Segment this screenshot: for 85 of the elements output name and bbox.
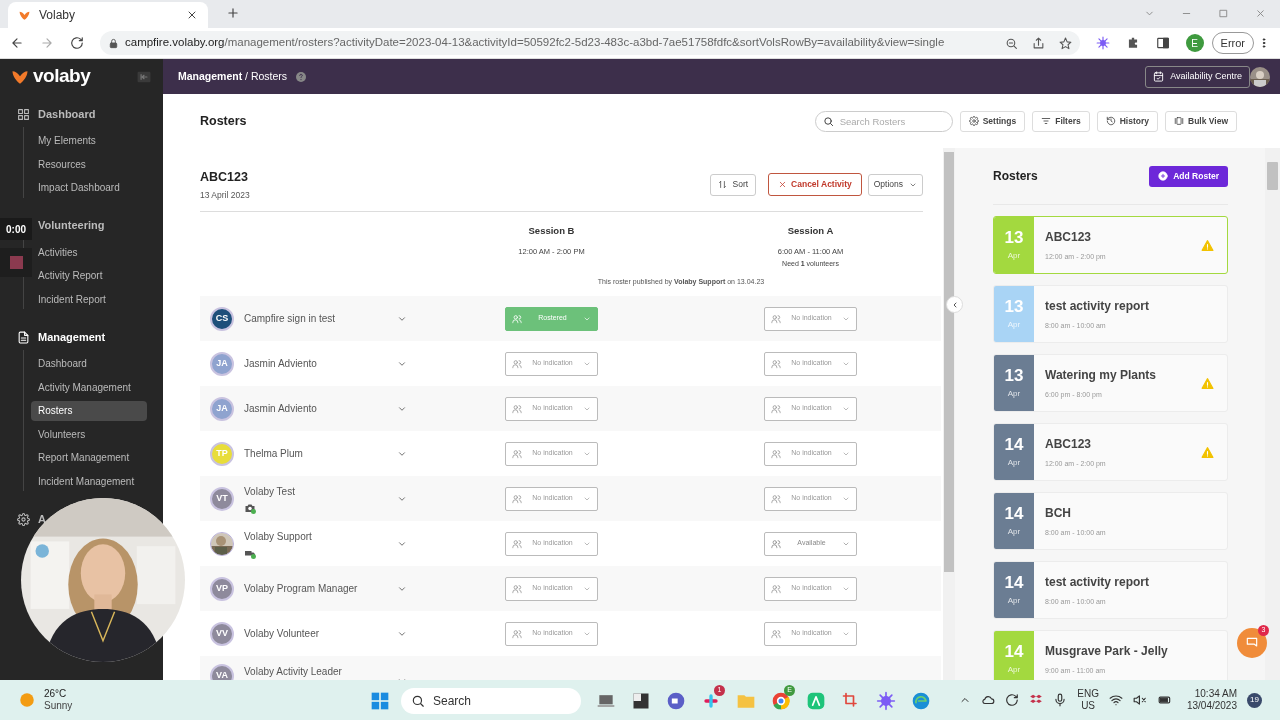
date-month: Apr	[1007, 318, 1021, 331]
avatar: VV	[210, 621, 234, 646]
cancel-activity-button[interactable]: Cancel Activity	[768, 173, 862, 197]
date-day: 14	[1004, 504, 1024, 522]
volunteer-name[interactable]: Volaby Activity Leader	[244, 664, 342, 679]
roster-name: ABC123	[1045, 228, 1093, 246]
roster-name: Watering my Plants	[1045, 366, 1157, 384]
clock-date[interactable]: 13/04/2023	[1186, 700, 1237, 713]
date-day: 14	[1004, 642, 1024, 660]
section-heading[interactable]: Management	[38, 328, 106, 346]
volunteer-name[interactable]: Jasmin Adviento	[244, 356, 317, 371]
volunteer-name[interactable]: Campfire sign in test	[244, 311, 336, 326]
add-roster-button[interactable]: Add Roster	[1149, 165, 1228, 187]
volunteer-name[interactable]: Volaby Test	[244, 483, 295, 499]
avatar: JA	[210, 396, 234, 421]
availability-button[interactable]: Availability Centre	[1145, 65, 1250, 88]
taskbar-search[interactable]: Search	[401, 688, 581, 714]
section-heading[interactable]: Volunteering	[38, 217, 105, 234]
profile-avatar[interactable]: E	[1185, 34, 1204, 52]
sidebar-item[interactable]: Dashboard	[31, 353, 147, 374]
roster-name: BCH	[1045, 504, 1072, 522]
panel-title: Rosters	[993, 168, 1038, 185]
sidebar-item[interactable]: Rosters	[31, 400, 147, 421]
sidebar-item[interactable]: Activity Report	[31, 265, 147, 286]
sidebar-item[interactable]: Impact Dashboard	[31, 177, 147, 198]
date-day: 14	[1004, 573, 1024, 591]
date-month: Apr	[1007, 663, 1021, 676]
breadcrumb: Management / Rosters	[178, 68, 288, 84]
session-name: Session A	[787, 223, 834, 238]
sidebar-item[interactable]: Incident Management	[31, 471, 147, 491]
avatar: VT	[210, 486, 234, 511]
session-name: Session B	[528, 223, 575, 238]
sidebar-item[interactable]: Resources	[31, 154, 147, 174]
roster-name: Musgrave Park - Jelly	[1045, 642, 1169, 660]
address-bar[interactable]: campfire.volaby.org/management/rosters?activityDate=2023-04-13&activityId=50592fc2-5d23-483c-a3bd-7ae51758fdfc&sortVolsRowBy=availability&view=single	[100, 31, 1080, 55]
browser-tab[interactable]: Volaby	[8, 2, 208, 28]
roster-name: ABC123	[1045, 435, 1093, 453]
date-month: Apr	[1007, 387, 1021, 400]
clock-time[interactable]: 10:34 AM	[1194, 687, 1237, 700]
avatar: TP	[210, 441, 234, 466]
sidebar-item[interactable]: Activity Management	[31, 377, 147, 397]
toolbar-button[interactable]: Bulk View	[1165, 110, 1237, 132]
roster-date: 13 April 2023	[200, 188, 250, 202]
roster-name: test activity report	[1045, 297, 1151, 315]
date-month: Apr	[1007, 456, 1021, 469]
date-month: Apr	[1007, 525, 1021, 538]
temperature: 26°C	[44, 687, 68, 700]
language-text[interactable]: ENG	[1077, 687, 1099, 700]
toolbar-button[interactable]: History	[1096, 110, 1158, 132]
sidebar-item[interactable]: Activities	[31, 242, 147, 262]
sidebar-item[interactable]: My Elements	[31, 130, 147, 151]
toolbar-button[interactable]: Filters	[1032, 110, 1090, 132]
roster-name: test activity report	[1045, 573, 1151, 591]
volunteer-name[interactable]: Volaby Support	[244, 528, 312, 544]
avatar: JA	[210, 351, 234, 376]
notification-badge[interactable]: 19	[1247, 692, 1262, 708]
sidebar-item[interactable]: Incident Report	[31, 289, 147, 309]
section-heading[interactable]: Dashboard	[38, 105, 96, 123]
date-day: 13	[1004, 297, 1024, 315]
url-text: campfire.volaby.org/management/rosters?activityDate=2023-04-13&activityId=50592fc2-5d23-483c-a3bd-7ae51758fdfc&sortVolsRowBy=availability&view=single	[125, 35, 945, 51]
date-day: 13	[1004, 228, 1024, 246]
section-heading[interactable]: A	[38, 510, 46, 528]
date-month: Apr	[1007, 249, 1021, 262]
toolbar-button[interactable]: Settings	[959, 110, 1026, 132]
volunteer-name[interactable]: Thelma Plum	[244, 446, 303, 461]
logo-text: volaby	[33, 64, 91, 89]
volunteer-name[interactable]: Volaby Program Manager	[244, 581, 358, 596]
date-day: 14	[1004, 435, 1024, 453]
roster-title: ABC123	[200, 169, 249, 186]
date-day: 13	[1004, 366, 1024, 384]
volunteer-name[interactable]: Volaby Volunteer	[244, 626, 320, 641]
avatar: CS	[210, 306, 234, 331]
avatar: VP	[210, 576, 234, 601]
avatar: VA	[210, 664, 234, 680]
sidebar-item[interactable]: Report Management	[31, 447, 147, 468]
date-month: Apr	[1007, 594, 1021, 607]
search-field[interactable]: Search Rosters	[814, 110, 953, 132]
options-button[interactable]: Options	[867, 173, 923, 196]
sort-button[interactable]: Sort	[710, 173, 757, 196]
weather-text: Sunny	[44, 700, 73, 713]
page-title: Rosters	[200, 112, 247, 130]
sidebar-item[interactable]: Volunteers	[31, 424, 147, 444]
region-text[interactable]: US	[1081, 700, 1096, 713]
volunteer-name[interactable]: Jasmin Adviento	[244, 401, 317, 416]
recording-timer: 0:00	[0, 218, 32, 240]
